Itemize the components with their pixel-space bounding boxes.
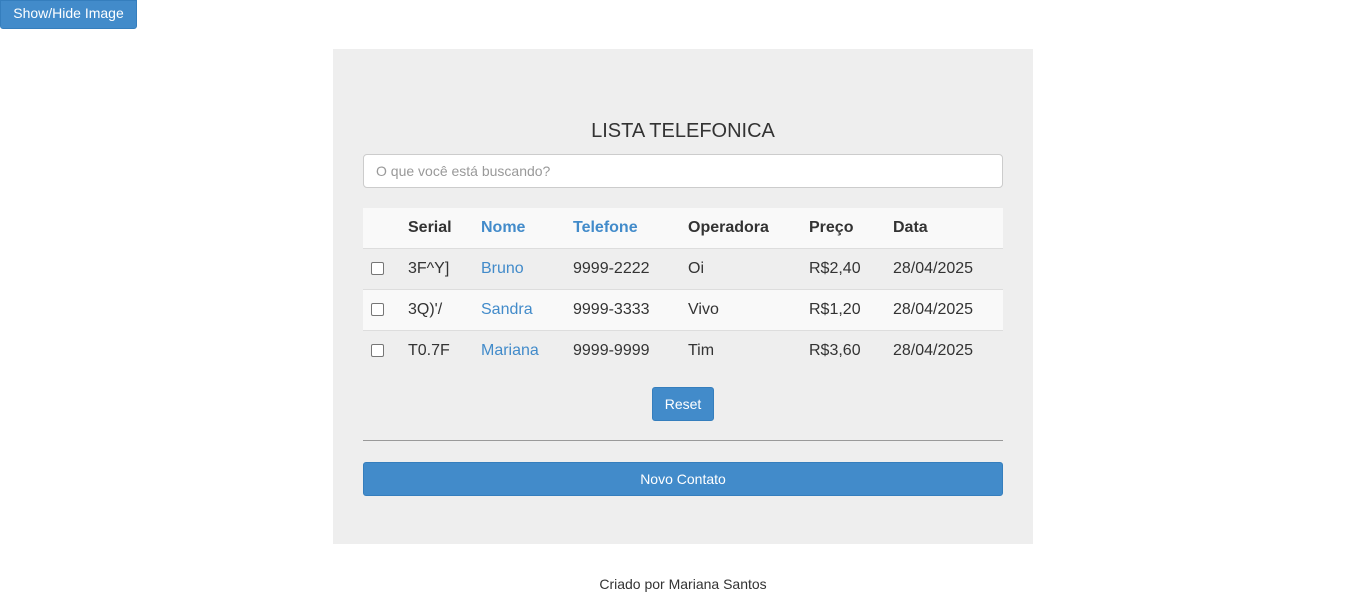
telefone-cell: 9999-3333 [573, 301, 650, 318]
preco-cell: R$1,20 [809, 301, 861, 318]
column-header-data: Data [893, 208, 1003, 249]
search-input[interactable]: O que você está buscando? [363, 154, 1003, 188]
operadora-cell: Vivo [688, 301, 719, 318]
table-row: 3F^Y] Bruno 9999-2222 Oi R$2,40 28/04/20… [363, 248, 1003, 290]
contacts-table: Serial Nome Telefone Operadora Preço Dat… [363, 208, 1003, 371]
footer-credit: Criado por Mariana Santos [599, 576, 767, 592]
data-cell: 28/04/2025 [893, 260, 974, 277]
reset-button[interactable]: Reset [652, 387, 714, 421]
column-header-nome[interactable]: Nome [481, 208, 573, 249]
table-row: 3Q)'/ Sandra 9999-3333 Vivo R$1,20 28/04… [363, 289, 1003, 331]
preco-cell: R$2,40 [809, 260, 861, 277]
row-checkbox[interactable] [371, 344, 384, 358]
serial-cell: T0.7F [408, 342, 450, 359]
divider [363, 440, 1003, 441]
serial-cell: 3F^Y] [408, 260, 450, 277]
row-checkbox[interactable] [371, 262, 384, 276]
data-cell: 28/04/2025 [893, 342, 974, 359]
operadora-cell: Tim [688, 342, 715, 359]
telefone-cell: 9999-2222 [573, 260, 650, 277]
page-title: LISTA TELEFONICA [591, 120, 775, 142]
nome-cell: Sandra [481, 301, 533, 318]
preco-cell: R$3,60 [809, 342, 861, 359]
table-header-row: Serial Nome Telefone Operadora Preço Dat… [363, 208, 1003, 249]
select-column-header [363, 208, 408, 249]
telefone-cell: 9999-9999 [573, 342, 650, 359]
data-cell: 28/04/2025 [893, 301, 974, 318]
row-checkbox[interactable] [371, 303, 384, 317]
column-header-preco: Preço [809, 208, 893, 249]
column-header-telefone[interactable]: Telefone [573, 208, 688, 249]
new-contact-button[interactable]: Novo Contato [363, 462, 1003, 496]
column-header-operadora: Operadora [688, 208, 809, 249]
show-hide-image-button[interactable]: Show/Hide Image [0, 0, 137, 29]
nome-cell: Mariana [481, 342, 539, 359]
serial-cell: 3Q)'/ [408, 301, 443, 318]
table-row: T0.7F Mariana 9999-9999 Tim R$3,60 28/04… [363, 330, 1003, 371]
nome-cell: Bruno [481, 260, 524, 277]
operadora-cell: Oi [688, 260, 704, 277]
phone-list-panel: LISTA TELEFONICA O que você está buscand… [333, 49, 1033, 544]
column-header-serial: Serial [408, 208, 481, 249]
